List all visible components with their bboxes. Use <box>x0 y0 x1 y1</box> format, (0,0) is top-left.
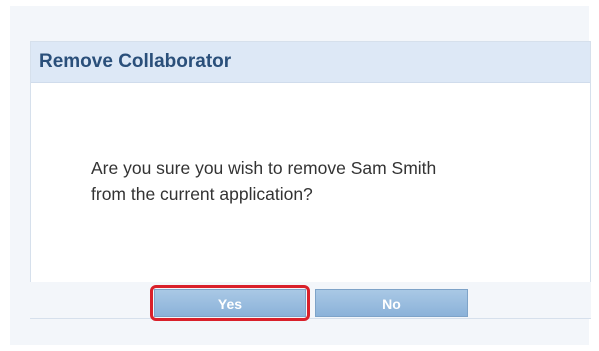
dialog-button-bar <box>30 282 591 318</box>
no-button[interactable]: No <box>315 289 468 317</box>
dialog-header: Remove Collaborator <box>31 42 590 83</box>
yes-button[interactable]: Yes <box>154 289 306 317</box>
remove-collaborator-dialog: Remove Collaborator Are you sure you wis… <box>30 41 591 319</box>
dialog-message-line-1: Are you sure you wish to remove Sam Smit… <box>91 158 437 178</box>
dialog-title: Remove Collaborator <box>39 51 232 72</box>
dialog-message: Are you sure you wish to remove Sam Smit… <box>91 155 551 207</box>
dialog-message-line-2: from the current application? <box>91 184 313 204</box>
